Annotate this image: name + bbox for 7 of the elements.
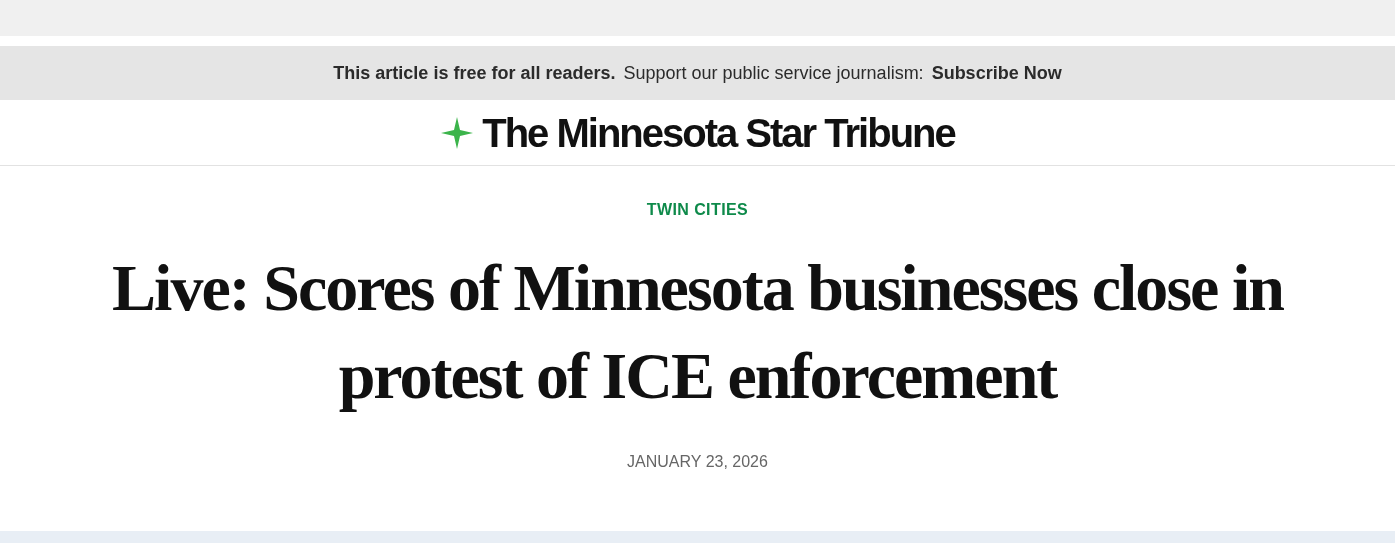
subscribe-link[interactable]: Subscribe Now [931,59,1062,87]
headline: Live: Scores of Minnesota businesses close in protest of ICE enforcement [111,250,1285,414]
article-date: JANUARY 23, 2026 [627,452,768,472]
section-label: TWIN CITIES [646,200,749,220]
masthead-title: The Minnesota Star Tribune [482,112,955,153]
promo-text: Support our public service journalism: [623,61,924,85]
promo-lead: This article is free for all readers. [333,61,616,85]
